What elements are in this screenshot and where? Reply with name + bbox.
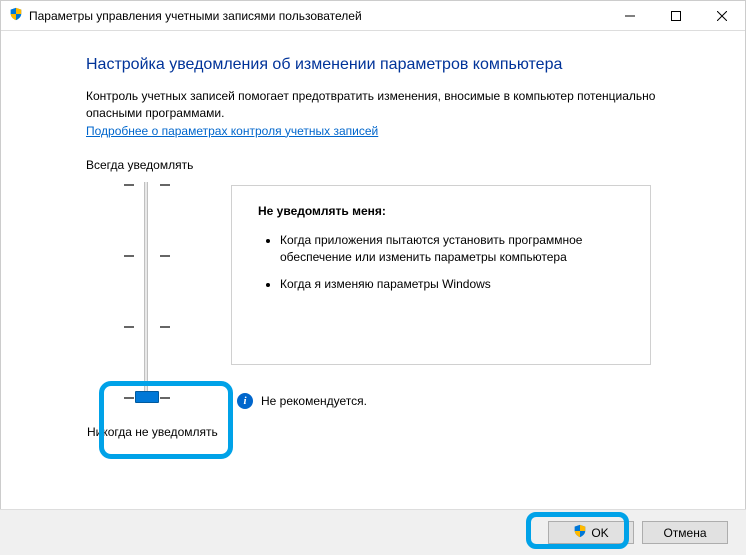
uac-slider[interactable] xyxy=(124,182,231,412)
content-area: Настройка уведомления об изменении парам… xyxy=(1,31,745,449)
window-title: Параметры управления учетными записями п… xyxy=(29,9,607,23)
minimize-button[interactable] xyxy=(607,1,653,31)
uac-shield-icon xyxy=(573,524,587,541)
close-button[interactable] xyxy=(699,1,745,31)
cancel-button-label: Отмена xyxy=(663,526,706,540)
window-controls xyxy=(607,1,745,31)
uac-shield-icon xyxy=(9,7,23,24)
info-title: Не уведомлять меня: xyxy=(258,204,628,218)
page-description: Контроль учетных записей помогает предот… xyxy=(86,88,685,122)
recommendation-text: Не рекомендуется. xyxy=(261,394,367,408)
footer-bar: OK Отмена xyxy=(0,509,746,555)
info-bullet: Когда я изменяю параметры Windows xyxy=(280,276,628,293)
info-list: Когда приложения пытаются установить про… xyxy=(258,232,628,294)
slider-tick xyxy=(124,255,170,257)
ok-button[interactable]: OK xyxy=(548,521,634,544)
slider-column: Всегда уведомлять Никогда не уведомлять xyxy=(86,158,231,439)
slider-label-always: Всегда уведомлять xyxy=(86,158,231,172)
titlebar: Параметры управления учетными записями п… xyxy=(1,1,745,31)
slider-thumb[interactable] xyxy=(135,391,159,403)
recommendation-row: i Не рекомендуется. xyxy=(237,393,685,409)
slider-track xyxy=(144,182,148,402)
ok-button-label: OK xyxy=(591,526,608,540)
slider-tick xyxy=(124,326,170,328)
info-bullet: Когда приложения пытаются установить про… xyxy=(280,232,628,267)
cancel-button[interactable]: Отмена xyxy=(642,521,728,544)
learn-more-link[interactable]: Подробнее о параметрах контроля учетных … xyxy=(86,124,378,138)
slider-label-never: Никогда не уведомлять xyxy=(87,425,231,439)
info-icon: i xyxy=(237,393,253,409)
page-heading: Настройка уведомления об изменении парам… xyxy=(86,56,685,74)
maximize-button[interactable] xyxy=(653,1,699,31)
info-panel: Не уведомлять меня: Когда приложения пыт… xyxy=(231,185,651,365)
slider-tick xyxy=(124,184,170,186)
